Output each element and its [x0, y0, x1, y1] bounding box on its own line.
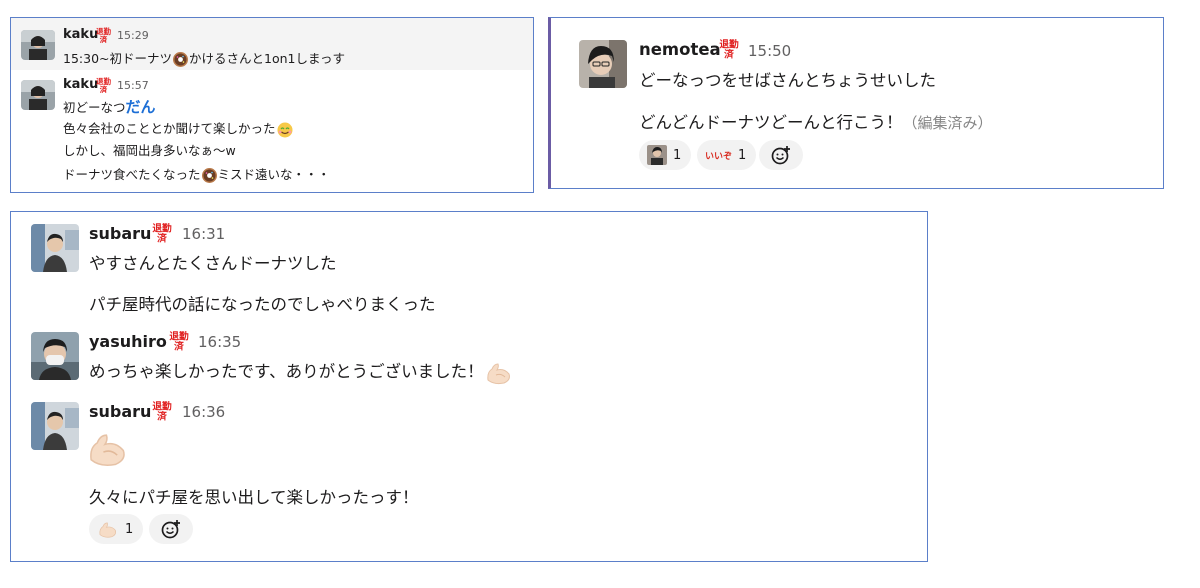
- message-text: 色々会社のこととか聞けて楽しかった: [63, 118, 294, 138]
- message-text: 初どーなつだん: [63, 96, 156, 117]
- add-reaction-icon: [160, 518, 182, 540]
- chat-panel-3: subaru 退勤済 16:31 やすさんとたくさんドーナツした パチ屋時代の話…: [10, 211, 928, 562]
- message-text: やすさんとたくさんドーナツした: [89, 254, 337, 273]
- message[interactable]: kaku 退勤済 15:29 15:30~初ドーナツ かけるさんと1on1しまっす: [11, 18, 533, 70]
- message-text-part: ミスド遠いな・・・: [217, 167, 331, 182]
- avatar-subaru[interactable]: [31, 224, 79, 272]
- chat-panel-2: nemotea 退勤済 15:50 どーなっつをせばさんとちょうせいした どんど…: [548, 17, 1164, 189]
- timestamp[interactable]: 16:36: [182, 403, 225, 421]
- message-text: めっちゃ楽しかったです、ありがとうございました！: [89, 358, 514, 386]
- chat-panel-1: kaku 退勤済 15:29 15:30~初ドーナツ かけるさんと1on1しまっす…: [10, 17, 534, 193]
- smiling-face-icon: [276, 121, 294, 138]
- reaction-pill[interactable]: いいぞ 1: [697, 140, 757, 170]
- message[interactable]: nemotea 退勤済 15:50 どーなっつをせばさんとちょうせいした どんど…: [551, 18, 1163, 188]
- iine-emoji: いいぞ: [705, 151, 733, 162]
- timestamp[interactable]: 15:57: [117, 79, 149, 92]
- timestamp[interactable]: 15:50: [748, 42, 791, 60]
- message-text-part: かけるさんと1on1しまっす: [189, 51, 345, 66]
- username[interactable]: yasuhiro: [89, 332, 167, 351]
- status-badge-icon: 退勤済: [151, 399, 173, 421]
- message-text: 久々にパチ屋を思い出して楽しかったっす！: [89, 488, 419, 507]
- timestamp[interactable]: 16:35: [198, 333, 241, 351]
- message-text: ドーナツ食べたくなった ミスド遠いな・・・: [63, 164, 330, 184]
- status-badge-icon: 退勤済: [151, 221, 173, 243]
- person-photo-icon: [647, 145, 667, 165]
- message-text-part: どんどんドーナツどーんと行こう！: [639, 113, 903, 132]
- avatar-yasuhiro[interactable]: [31, 332, 79, 380]
- avatar-nemotea[interactable]: [579, 40, 627, 88]
- avatar-kaku[interactable]: [21, 30, 55, 60]
- status-badge-icon: 退勤済: [718, 37, 740, 59]
- message-text-part: ドーナツ食べたくなった: [63, 167, 201, 182]
- reaction-count: 1: [673, 147, 682, 163]
- status-badge-icon: 退勤済: [168, 329, 190, 351]
- svg-text:済: 済: [174, 340, 184, 351]
- doughnut-icon: [172, 51, 189, 68]
- edited-label: （編集済み）: [902, 114, 993, 132]
- message[interactable]: yasuhiro 退勤済 16:35 めっちゃ楽しかったです、ありがとうございま…: [11, 322, 927, 388]
- reaction-count: 1: [738, 147, 747, 163]
- message-text: 15:30~初ドーナツ かけるさんと1on1しまっす: [63, 48, 345, 68]
- username[interactable]: kaku: [63, 27, 98, 42]
- avatar-subaru[interactable]: [31, 402, 79, 450]
- reaction-pill[interactable]: 1: [639, 140, 692, 170]
- message[interactable]: subaru 退勤済 16:31 やすさんとたくさんドーナツした パチ屋時代の話…: [11, 212, 927, 316]
- svg-text:退勤: 退勤: [169, 329, 189, 342]
- reaction-count: 1: [125, 521, 134, 537]
- add-reaction-button[interactable]: [149, 514, 193, 544]
- message-text: どーなっつをせばさんとちょうせいした: [639, 71, 936, 90]
- status-badge-icon: 退勤済: [95, 76, 112, 93]
- username[interactable]: kaku: [63, 77, 98, 92]
- add-reaction-icon: [770, 144, 792, 166]
- flexed-arm-icon: [97, 520, 119, 539]
- message-text-part: 初どーなつ: [63, 100, 126, 115]
- svg-text:済: 済: [157, 232, 167, 243]
- svg-text:退勤: 退勤: [152, 399, 172, 412]
- svg-text:済: 済: [100, 84, 108, 93]
- message[interactable]: kaku 退勤済 15:57 初どーなつだん 色々会社のこととか聞けて楽しかった…: [11, 70, 533, 192]
- message-text-part: 色々会社のこととか聞けて楽しかった: [63, 121, 276, 136]
- message-text-part: めっちゃ楽しかったです、ありがとうございました！: [89, 362, 484, 381]
- message-text: パチ屋時代の話になったのでしゃべりまくった: [89, 295, 436, 314]
- doughnut-icon: [201, 167, 218, 184]
- add-reaction-button[interactable]: [759, 140, 803, 170]
- message-text-part: 15:30~初ドーナツ: [63, 51, 172, 66]
- svg-text:済: 済: [157, 410, 167, 421]
- message-text: どんどんドーナツどーんと行こう！（編集済み）: [639, 109, 993, 133]
- flexed-arm-icon: [484, 360, 514, 386]
- avatar-kaku[interactable]: [21, 80, 55, 110]
- dan-emoji-text: だん: [125, 98, 156, 116]
- timestamp[interactable]: 15:29: [117, 29, 149, 42]
- svg-text:退勤: 退勤: [152, 221, 172, 234]
- svg-text:済: 済: [724, 48, 734, 59]
- svg-text:済: 済: [100, 34, 108, 43]
- username[interactable]: nemotea: [639, 40, 721, 59]
- username[interactable]: subaru: [89, 402, 151, 421]
- status-badge-icon: 退勤済: [95, 26, 112, 43]
- username[interactable]: subaru: [89, 224, 151, 243]
- svg-text:退勤: 退勤: [719, 37, 739, 50]
- reaction-pill[interactable]: 1: [89, 514, 144, 544]
- message[interactable]: subaru 退勤済 16:36 久々にパチ屋を思い出して楽しかったっす！ 1: [11, 392, 927, 561]
- flexed-arm-icon: [85, 428, 131, 470]
- message-text: しかし、福岡出身多いなぁ〜w: [63, 143, 236, 158]
- timestamp[interactable]: 16:31: [182, 225, 225, 243]
